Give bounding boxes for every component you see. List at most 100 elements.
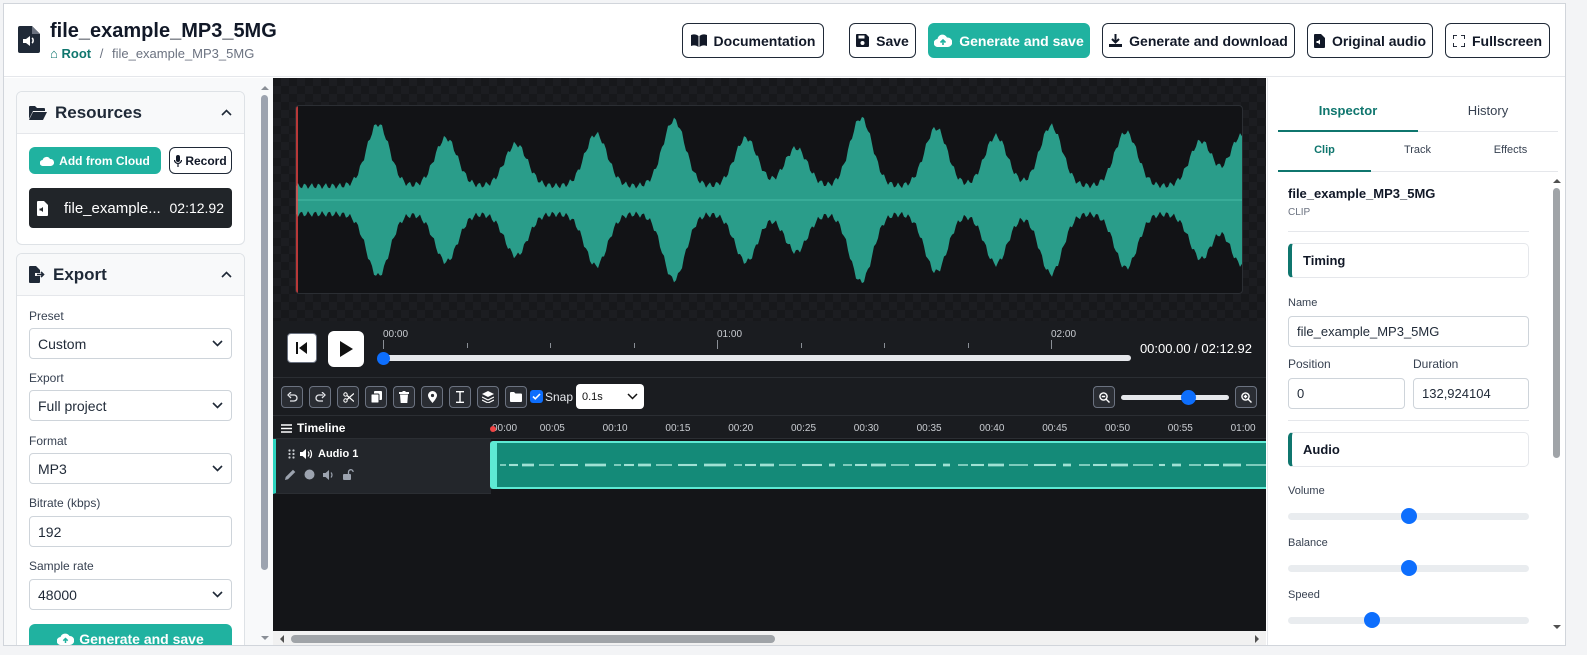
folder-icon: [510, 392, 522, 402]
samplerate-select[interactable]: 48000: [29, 579, 232, 610]
tab-history[interactable]: History: [1418, 103, 1558, 118]
timeline-scroll-thumb[interactable]: [291, 635, 775, 643]
track-header[interactable]: Audio 1: [273, 439, 491, 494]
pencil-icon[interactable]: [285, 469, 296, 480]
scissors-icon: [342, 391, 354, 403]
subtab-clip[interactable]: Clip: [1278, 144, 1371, 156]
generate-and-save-button[interactable]: Generate and save: [928, 23, 1090, 58]
chevron-down-icon: [212, 591, 223, 598]
breadcrumb-root[interactable]: Root: [61, 46, 91, 61]
unlock-icon[interactable]: [343, 469, 354, 480]
zoom-in-button[interactable]: [1235, 386, 1257, 408]
audio-clip[interactable]: [490, 441, 1267, 489]
seek-knob[interactable]: [377, 352, 390, 365]
undo-button[interactable]: [281, 386, 303, 408]
duration-input[interactable]: 132,924104: [1413, 378, 1529, 409]
add-from-cloud-button[interactable]: Add from Cloud: [29, 147, 161, 174]
clip-waveform: [492, 443, 1267, 487]
export-select[interactable]: Full project: [29, 390, 232, 421]
speed-slider[interactable]: [1288, 612, 1529, 628]
cloud-icon: [40, 156, 55, 166]
ruler-tick-mark: [383, 340, 384, 349]
sidebar-scroll-thumb[interactable]: [261, 95, 268, 570]
play-button[interactable]: [328, 331, 364, 367]
ruler-tick-mark: [800, 343, 802, 348]
copy-button[interactable]: [365, 386, 387, 408]
scroll-left-arrow-icon[interactable]: [277, 634, 287, 644]
chevron-up-icon[interactable]: [221, 271, 232, 278]
save-button[interactable]: Save: [849, 23, 916, 58]
timeline-playhead-marker[interactable]: [490, 426, 496, 432]
clip-name-input[interactable]: file_example_MP3_5MG: [1288, 316, 1529, 347]
timeline-tick-label: 00:45: [1042, 423, 1068, 434]
export-header[interactable]: Export: [17, 254, 244, 296]
snap-checkbox[interactable]: [530, 390, 543, 403]
bitrate-input[interactable]: 192: [29, 516, 232, 547]
subtab-effects[interactable]: Effects: [1464, 144, 1557, 156]
zoom-out-button[interactable]: [1093, 386, 1115, 408]
position-input[interactable]: 0: [1288, 378, 1405, 409]
timeline-tick-label: 00:25: [791, 423, 817, 434]
export-panel: Export Preset Custom Export Full project…: [16, 253, 245, 645]
documentation-button[interactable]: Documentation: [682, 23, 824, 58]
volume-icon[interactable]: [323, 469, 335, 480]
export-generate-and-save-button[interactable]: Generate and save: [29, 624, 232, 645]
volume-slider[interactable]: [1288, 508, 1529, 524]
record-button[interactable]: Record: [169, 147, 232, 174]
scroll-up-arrow-icon[interactable]: [260, 83, 270, 93]
page-title: file_example_MP3_5MG: [50, 20, 277, 42]
timeline-scrollbar[interactable]: [273, 631, 1266, 645]
resource-item[interactable]: file_example... 02:12.92: [29, 188, 232, 228]
resources-header[interactable]: Resources: [17, 92, 244, 134]
balance-slider-knob[interactable]: [1400, 560, 1417, 576]
folder-button[interactable]: [505, 386, 527, 408]
timing-section-header[interactable]: Timing: [1288, 243, 1529, 278]
floppy-icon: [856, 34, 870, 47]
snap-interval-select[interactable]: 0.1s: [576, 384, 644, 409]
audio-file-icon: [18, 26, 40, 53]
skip-back-button[interactable]: [287, 333, 317, 363]
drag-handle-icon[interactable]: [288, 449, 295, 459]
ruler-tick-label: 00:00: [383, 329, 409, 340]
tab-inspector[interactable]: Inspector: [1278, 103, 1418, 118]
scroll-right-arrow-icon[interactable]: [1252, 634, 1262, 644]
balance-slider[interactable]: [1288, 560, 1529, 576]
preset-label: Preset: [29, 309, 64, 323]
scroll-up-arrow-icon[interactable]: [1552, 176, 1562, 186]
audio-file-small-icon: [1313, 33, 1325, 48]
redo-button[interactable]: [309, 386, 331, 408]
fullscreen-button[interactable]: Fullscreen: [1445, 23, 1550, 58]
record-arm-icon[interactable]: [304, 469, 315, 480]
seek-track[interactable]: [383, 355, 1131, 361]
marker-button[interactable]: [421, 386, 443, 408]
ruler-tick-mark: [633, 343, 635, 348]
layers-button[interactable]: [477, 386, 499, 408]
cut-button[interactable]: [337, 386, 359, 408]
timeline-ruler[interactable]: 00:00 00:05 00:10 00:15 00:20 00:25 00:30 00:35…: [490, 416, 1266, 440]
scroll-down-arrow-icon[interactable]: [1552, 622, 1562, 632]
zoom-slider[interactable]: [1121, 390, 1229, 405]
original-audio-button[interactable]: Original audio: [1307, 23, 1433, 58]
zoom-slider-knob[interactable]: [1180, 390, 1196, 405]
generate-and-download-button[interactable]: Generate and download: [1102, 23, 1295, 58]
map-pin-icon: [427, 391, 437, 403]
waveform-view[interactable]: [295, 105, 1243, 294]
delete-button[interactable]: [393, 386, 415, 408]
audio-section-header[interactable]: Audio: [1288, 432, 1529, 467]
subtab-track[interactable]: Track: [1371, 144, 1464, 156]
fullscreen-icon: [1452, 34, 1465, 47]
format-select[interactable]: MP3: [29, 453, 232, 484]
sidebar-scrollbar[interactable]: [259, 78, 270, 645]
inspector-scrollbar[interactable]: [1551, 174, 1563, 634]
undo-icon: [286, 391, 298, 402]
divider: [1288, 420, 1529, 421]
microphone-icon: [174, 154, 183, 167]
volume-slider-knob[interactable]: [1400, 508, 1417, 524]
speed-slider-knob[interactable]: [1364, 612, 1381, 628]
chevron-up-icon[interactable]: [221, 109, 232, 116]
preset-select[interactable]: Custom: [29, 328, 232, 359]
inspector-scroll-thumb[interactable]: [1553, 188, 1560, 458]
split-button[interactable]: [449, 386, 471, 408]
balance-label: Balance: [1288, 537, 1328, 549]
scroll-down-arrow-icon[interactable]: [260, 633, 270, 643]
